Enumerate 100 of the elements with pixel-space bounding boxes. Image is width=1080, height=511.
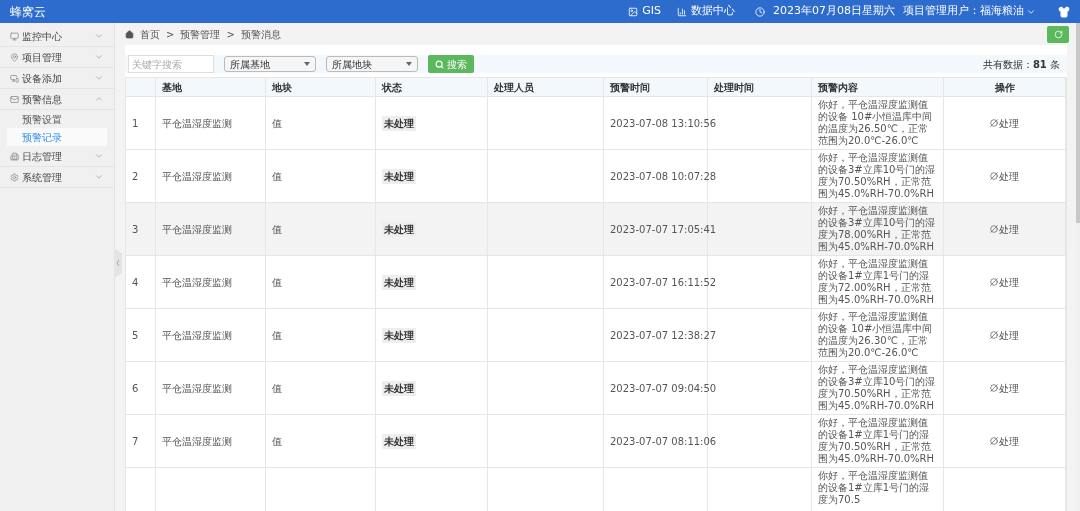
table-row[interactable]: 7 平仓温湿度监测 值 未处理 2023-07-07 08:11:06 你好，平仓温湿度监测值的设备1#立库1号门的湿度为70.50%RH，正常范围为45.0%RH-70.0%RH 处理: [126, 415, 1066, 468]
screen-icon: [10, 73, 19, 83]
table-cell-text: 你好，平仓温湿度监测值的设备 10#小恒温库中间的温度为26.30℃，正常范围为20.0℃-26.0℃: [818, 311, 934, 359]
table-cell-text: 你好，平仓温湿度监测值的设备1#立库1号门的湿度为72.00%RH，正常范围为45.0%RH-70.0%RH: [818, 258, 936, 306]
chevron-icon: [94, 52, 104, 62]
sidebar-item[interactable]: 预警信息: [0, 89, 114, 110]
sidebar-item[interactable]: 系统管理: [0, 167, 114, 188]
column-header: 操作: [994, 80, 1015, 95]
column-header: 预警内容: [818, 80, 858, 95]
clock-icon: [755, 6, 765, 17]
table-cell-text: 4: [132, 275, 139, 290]
monitor-icon: [10, 31, 19, 41]
status-badge: 未处理: [382, 168, 416, 184]
table-cell-text: 值: [272, 275, 282, 290]
handle-link[interactable]: 处理: [990, 433, 1019, 449]
table-cell-text: 2023-07-07 12:38:27: [610, 328, 717, 343]
chevron-icon: [94, 31, 104, 41]
breadcrumb-link[interactable]: 首页: [140, 26, 160, 42]
slash-circle-icon: [990, 331, 998, 339]
total-count: 共有数据：81 条: [982, 57, 1060, 72]
table-cell-text: 2023-07-07 09:04:50: [610, 381, 717, 396]
column-header: 状态: [382, 80, 402, 95]
table-cell: 你好，平仓温湿度监测值的设备3#立库10号门的湿度为70.50%RH，正常范围为45.0%RH-70.0%RH: [818, 152, 937, 200]
table-cell-text: 值: [272, 434, 282, 449]
status-badge: 未处理: [382, 327, 416, 343]
table-cell-text: 平仓温湿度监测: [162, 222, 232, 237]
table-row[interactable]: 5 平仓温湿度监测 值 未处理 2023-07-07 12:38:27 你好，平仓温湿度监测值的设备 10#小恒温库中间的温度为26.30℃，正常范围为20.0℃-26.0℃ 处理: [126, 309, 1066, 362]
data-center-link[interactable]: 数据中心: [677, 3, 735, 20]
sidebar-subitem[interactable]: 预警设置: [7, 110, 107, 128]
slash-circle-icon: [990, 278, 998, 286]
table-cell-text: 值: [272, 116, 282, 131]
plot-select[interactable]: 所属地块: [326, 56, 418, 72]
slash-circle-icon: [990, 225, 998, 233]
table-cell: 你好，平仓温湿度监测值的设备3#立库10号门的湿度为78.00%RH，正常范围为45.0%RH-70.0%RH: [818, 205, 937, 253]
breadcrumb-link[interactable]: 预警管理: [180, 26, 221, 42]
table-cell-text: 平仓温湿度监测: [162, 275, 232, 290]
status-badge: 未处理: [382, 115, 416, 131]
table-row[interactable]: 6 平仓温湿度监测 值 未处理 2023-07-07 09:04:50 你好，平仓温湿度监测值的设备3#立库10号门的湿度为70.50%RH，正常范围为45.0%RH-70.0%RH 处理: [126, 362, 1066, 415]
breadcrumb-separator: >: [166, 27, 175, 42]
sidebar-subitem[interactable]: 预警记录: [7, 128, 107, 146]
refresh-button[interactable]: [1047, 25, 1069, 43]
sidebar-item[interactable]: 设备添加: [0, 68, 114, 89]
slash-circle-icon: [990, 437, 998, 445]
table-cell-text: 2023-07-07 17:05:41: [610, 222, 717, 237]
table-row[interactable]: 2 平仓温湿度监测 值 未处理 2023-07-08 10:07:28 你好，平仓温湿度监测值的设备3#立库10号门的湿度为70.50%RH，正常范围为45.0%RH-70.0%RH 处理: [126, 150, 1066, 203]
table-cell-text: 2023-07-08 10:07:28: [610, 169, 717, 184]
table-cell: 你好，平仓温湿度监测值的设备3#立库10号门的湿度为70.50%RH，正常范围为45.0%RH-70.0%RH: [818, 364, 937, 412]
slash-circle-icon: [990, 172, 998, 180]
search-icon: [435, 59, 444, 69]
status-badge: 未处理: [382, 221, 416, 237]
table-cell-text: 3: [132, 222, 139, 237]
base-select[interactable]: 所属基地: [224, 56, 316, 72]
column-header: 地块: [272, 80, 292, 95]
table-cell-text: 1: [132, 116, 139, 131]
handle-link[interactable]: 处理: [990, 168, 1019, 184]
pin-icon: [10, 52, 19, 62]
chevron-icon: [94, 94, 104, 104]
handle-link[interactable]: 处理: [990, 327, 1019, 343]
slash-circle-icon: [990, 384, 998, 392]
app-title: 蜂窝云: [10, 3, 46, 21]
dropdown-caret-icon: [406, 62, 412, 66]
handle-link[interactable]: 处理: [990, 274, 1019, 290]
sidebar-item[interactable]: 日志管理: [0, 146, 114, 167]
keyword-field[interactable]: 关键字搜索: [128, 55, 214, 73]
refresh-icon: [1053, 29, 1063, 39]
handle-link[interactable]: 处理: [990, 380, 1019, 396]
status-badge: 未处理: [382, 433, 416, 449]
image-icon: [628, 6, 639, 17]
table-cell-text: 平仓温湿度监测: [162, 328, 232, 343]
table-cell-text: 平仓温湿度监测: [162, 381, 232, 396]
breadcrumb-link[interactable]: 预警消息: [240, 26, 281, 42]
mail-icon: [10, 94, 19, 104]
column-header: 处理人员: [494, 80, 534, 95]
gis-link[interactable]: GIS: [628, 3, 661, 20]
building-icon: [10, 151, 19, 161]
table-cell-text: 5: [132, 328, 139, 343]
handle-link[interactable]: 处理: [990, 221, 1019, 237]
table-cell-text: 6: [132, 381, 139, 396]
table-row[interactable]: 4 平仓温湿度监测 值 未处理 2023-07-07 16:11:52 你好，平仓温湿度监测值的设备1#立库1号门的湿度为72.00%RH，正常范围为45.0%RH-70.0%RH 处理: [126, 256, 1066, 309]
table-cell-text: 值: [272, 381, 282, 396]
handle-link[interactable]: 处理: [990, 115, 1019, 131]
table-row[interactable]: 1 平仓温湿度监测 值 未处理 2023-07-08 13:10:56 你好，平仓温湿度监测值的设备 10#小恒温库中间的温度为26.50℃，正常范围为20.0℃-26.0℃ 处理: [126, 97, 1066, 150]
table-cell-text: 7: [132, 434, 139, 449]
table-row[interactable]: 3 平仓温湿度监测 值 未处理 2023-07-07 17:05:41 你好，平仓温湿度监测值的设备3#立库10号门的湿度为78.00%RH，正常范围为45.0%RH-70.0%RH 处理: [126, 203, 1066, 256]
breadcrumb-separator: >: [226, 27, 235, 42]
table-cell-text: 你好，平仓温湿度监测值的设备1#立库1号门的湿度为70.50%RH，正常范围为45.0%RH-70.0%RH: [818, 417, 936, 465]
table-cell-text: 你好，平仓温湿度监测值的设备1#立库1号门的湿度为70.5: [818, 470, 931, 506]
sidebar-item[interactable]: 项目管理: [0, 47, 114, 68]
status-badge: 未处理: [382, 274, 416, 290]
table-cell-text: 2023-07-07 16:11:52: [610, 275, 717, 290]
shirt-icon[interactable]: [1058, 5, 1070, 18]
collapse-handle-icon[interactable]: [114, 248, 122, 278]
chevron-icon: [94, 172, 104, 182]
table-cell-text: 平仓温湿度监测: [162, 434, 232, 449]
column-header: 基地: [162, 80, 182, 95]
user-menu[interactable]: 项目管理用户：福海粮油: [903, 3, 1036, 20]
column-header: 处理时间: [714, 80, 754, 95]
table-cell-text: 值: [272, 222, 282, 237]
sidebar-item[interactable]: 监控中心: [0, 26, 114, 47]
table-cell-text: 你好，平仓温湿度监测值的设备 10#小恒温库中间的温度为26.50℃，正常范围为20.0℃-26.0℃: [818, 99, 934, 147]
